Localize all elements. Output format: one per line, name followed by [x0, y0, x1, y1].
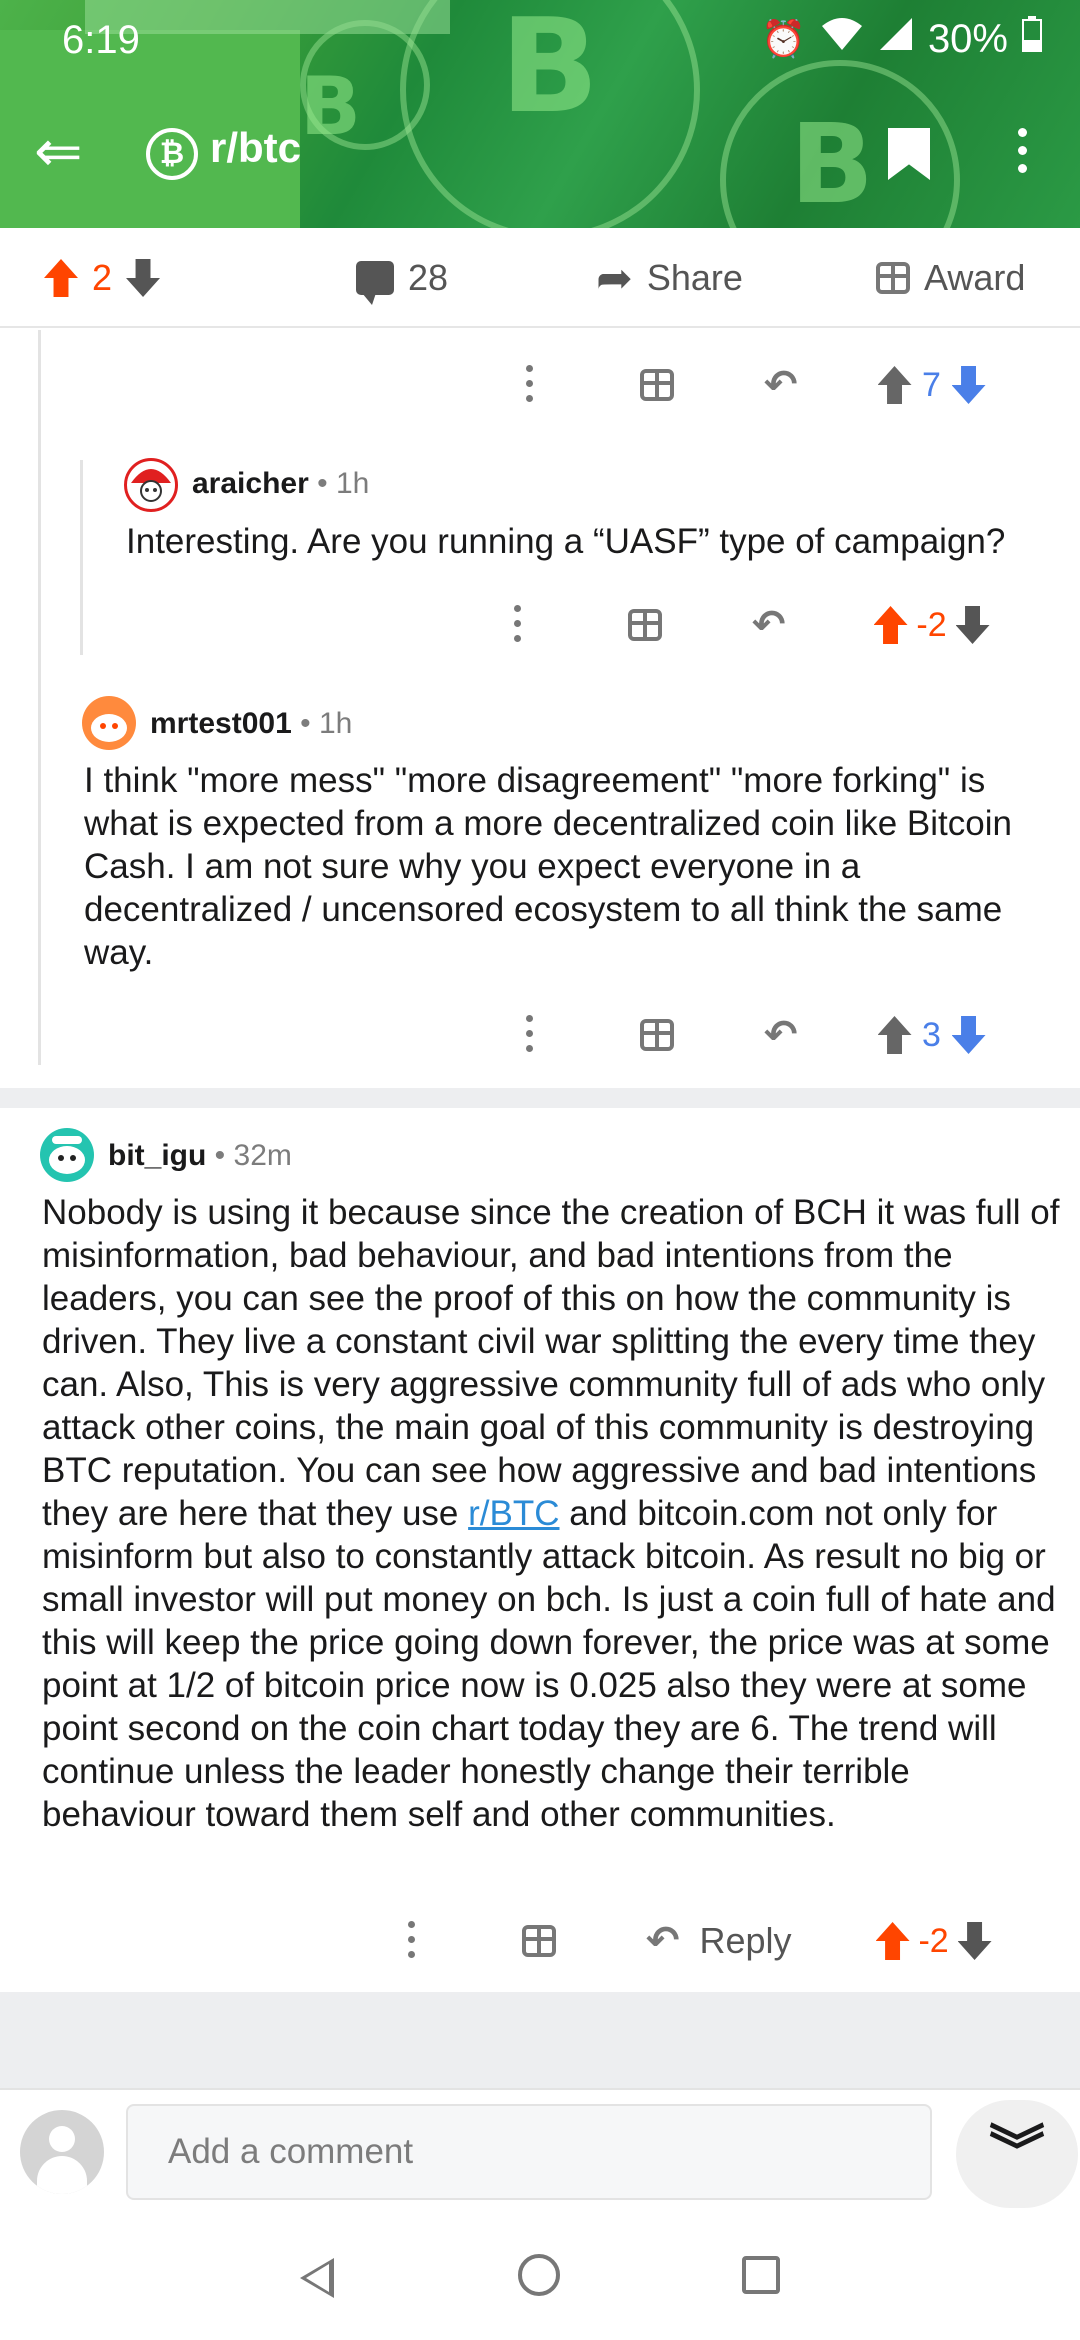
comment-header: araicher • 1h [192, 467, 370, 500]
upvote-icon[interactable] [877, 366, 912, 404]
subreddit-link[interactable]: r/BTC [468, 1494, 559, 1533]
reply-icon[interactable]: ↶ [752, 602, 786, 648]
more-options-icon[interactable] [406, 1921, 416, 1961]
gift-icon[interactable] [640, 1019, 674, 1051]
share-icon: ➦ [596, 253, 633, 303]
system-nav-bar [0, 2210, 1080, 2340]
downvote-icon[interactable] [951, 1016, 986, 1054]
comment-body: Nobody is using it because since the cre… [42, 1191, 1072, 1836]
comment-count: 28 [408, 257, 449, 298]
gift-icon [876, 262, 910, 294]
banner-bitcoin-glyph: B [500, 0, 600, 142]
add-comment-input[interactable]: Add a comment [126, 2104, 932, 2200]
avatar[interactable] [40, 1128, 94, 1182]
comment-age: 32m [233, 1139, 292, 1172]
status-icons: ⏰ 30% [761, 16, 1042, 62]
comment-icon [356, 261, 394, 305]
reply-icon[interactable]: ↶ [764, 362, 798, 408]
comment-actions: ↶ 3 [524, 1012, 986, 1058]
battery-level: 30% [927, 16, 1008, 61]
avatar[interactable] [124, 458, 178, 512]
comment-score: 7 [922, 365, 941, 404]
more-options-icon[interactable] [524, 365, 534, 405]
award-label: Award [924, 257, 1026, 298]
share-button[interactable]: ➦ Share [596, 228, 743, 328]
battery-icon [1022, 16, 1042, 62]
subreddit-name[interactable]: r/btc [210, 124, 301, 172]
downvote-icon[interactable] [957, 1922, 992, 1960]
upvote-icon[interactable] [877, 1016, 912, 1054]
more-options-icon[interactable] [512, 605, 522, 645]
thread-line [80, 460, 83, 655]
comments-button[interactable]: 28 [356, 228, 448, 328]
comment-actions: ↶ -2 [512, 602, 990, 648]
user-avatar-icon[interactable] [20, 2110, 104, 2194]
downvote-icon[interactable] [955, 606, 990, 644]
more-options-icon[interactable] [524, 1015, 534, 1055]
status-time: 6:19 [62, 18, 140, 62]
comment-composer-bar: Add a comment ︾ [0, 2088, 1080, 2210]
signal-icon [878, 16, 914, 62]
banner-bitcoin-glyph: B [300, 60, 361, 153]
thread-separator [0, 1088, 1080, 1108]
username[interactable]: araicher [192, 467, 309, 500]
upvote-icon[interactable] [44, 259, 78, 297]
gift-icon[interactable] [628, 609, 662, 641]
collapse-thread-icon[interactable]: ︾ [956, 2100, 1078, 2208]
share-label: Share [646, 257, 743, 298]
comment-age: 1h [318, 707, 353, 740]
overflow-menu-icon[interactable] [1012, 128, 1032, 184]
gift-icon[interactable] [640, 369, 674, 401]
end-of-thread-spacer [0, 1992, 1080, 2088]
banner-bitcoin-glyph: B [790, 100, 874, 228]
comment-text: Nobody is using it because since the cre… [42, 1193, 1060, 1533]
nav-recents-icon[interactable] [742, 2256, 780, 2294]
username[interactable]: mrtest001 [150, 707, 292, 740]
back-arrow-icon[interactable]: ⇐ [34, 122, 110, 182]
comment-actions: ↶ Reply -2 [406, 1918, 992, 1964]
gift-icon[interactable] [522, 1925, 556, 1957]
post-score: 2 [92, 257, 113, 298]
downvote-icon[interactable] [951, 366, 986, 404]
thread-line [38, 330, 41, 1065]
avatar[interactable] [82, 696, 136, 750]
post-vote-group: 2 [44, 228, 161, 328]
alarm-icon: ⏰ [761, 18, 806, 59]
subreddit-header: B B B 6:19 ⏰ 30% ⇐ ₿ r/btc [0, 0, 1080, 228]
reply-button[interactable]: Reply [700, 1920, 792, 1962]
award-button[interactable]: Award [876, 228, 1025, 328]
post-action-bar: 2 28 ➦ Share Award [0, 228, 1080, 328]
comment-body: I think "more mess" "more disagreement" … [84, 761, 1012, 972]
wifi-icon [820, 16, 864, 62]
nav-home-icon[interactable] [518, 2254, 560, 2296]
comment-score: 3 [922, 1015, 941, 1054]
username[interactable]: bit_igu [108, 1139, 206, 1172]
upvote-icon[interactable] [875, 1922, 910, 1960]
comment-score: -2 [918, 1921, 949, 1960]
nav-back-icon-inner [306, 2264, 329, 2292]
comment-body: Interesting. Are you running a “UASF” ty… [126, 522, 1006, 561]
comment-score: -2 [916, 605, 947, 644]
upvote-icon[interactable] [873, 606, 908, 644]
comment-text: and bitcoin.com not only for misinform b… [42, 1494, 1056, 1834]
comment-actions: ↶ 7 [524, 362, 986, 408]
subreddit-logo-icon[interactable]: ₿ [146, 128, 198, 180]
downvote-icon[interactable] [126, 259, 161, 297]
comment-age: 1h [335, 467, 370, 500]
reply-icon[interactable]: ↶ [764, 1012, 798, 1058]
reply-icon[interactable]: ↶ [646, 1918, 680, 1964]
comment-header: mrtest001 • 1h [150, 707, 353, 740]
comment-header: bit_igu • 32m [108, 1139, 292, 1172]
